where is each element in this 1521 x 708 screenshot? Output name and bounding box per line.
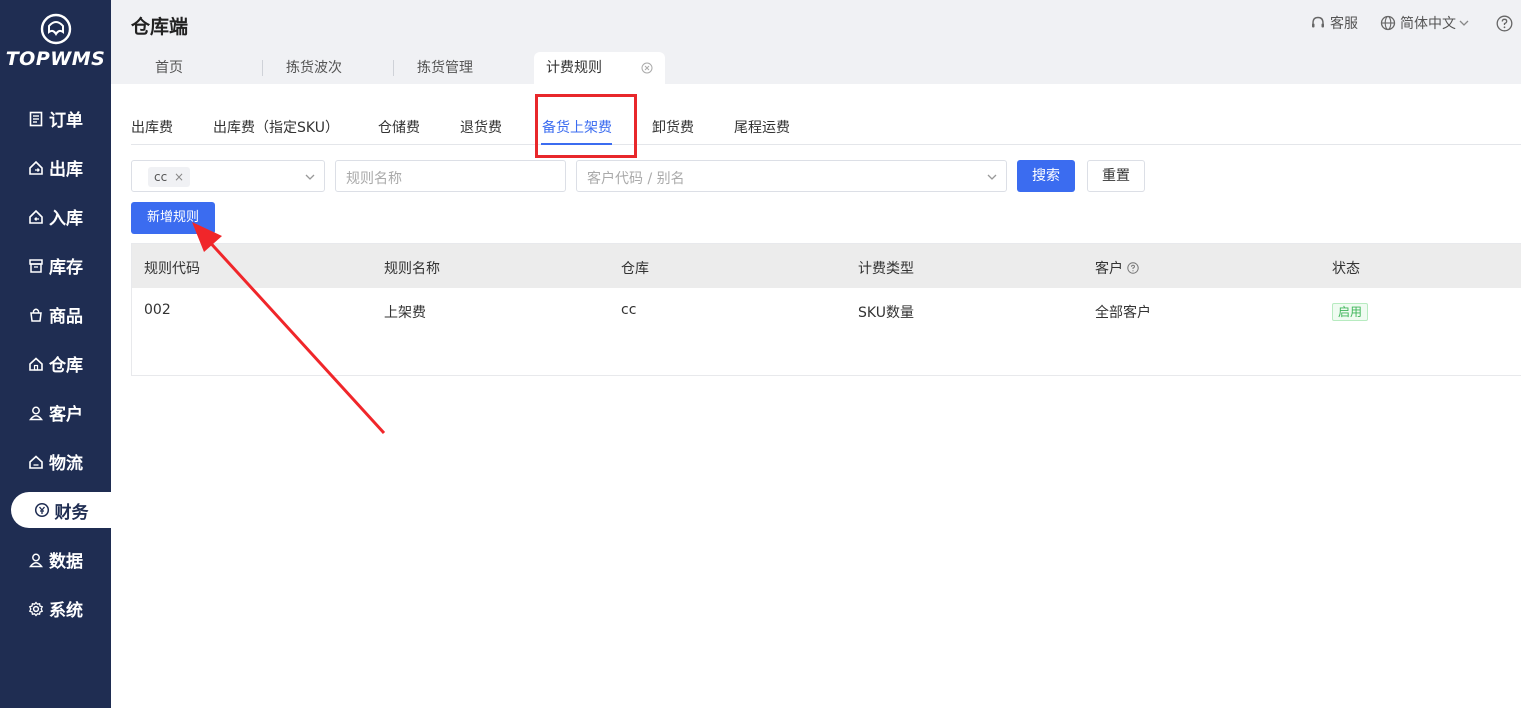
sidebar-item-warehouse[interactable]: 仓库 [0, 339, 111, 388]
support-link[interactable]: 客服 [1310, 13, 1358, 33]
chevron-down-icon [1459, 20, 1469, 26]
sidebar-item-label: 财务 [54, 502, 89, 523]
sidebar-item-label: 出库 [49, 160, 83, 180]
language-label: 简体中文 [1400, 16, 1456, 32]
sidebar-item-inbound[interactable]: 入库 [0, 192, 111, 241]
outbound-icon [29, 160, 43, 175]
language-select[interactable]: 简体中文 [1380, 13, 1474, 33]
page-title: 仓库端 [131, 16, 189, 38]
tab-label: 拣货管理 [417, 60, 473, 76]
headset-icon [1312, 16, 1324, 28]
sidebar-item-finance[interactable]: 财务 [11, 492, 111, 528]
sidebar-item-label: 数据 [49, 552, 83, 572]
sidebar-item-label: 商品 [49, 307, 83, 327]
tag-remove-icon[interactable]: × [174, 170, 184, 184]
sidebar: TOPWMS 订单 出库 入库 库存 商品 仓库 客户 物流 财务 数据 系统 [0, 0, 111, 708]
column-header-name: 规则名称 [384, 261, 440, 277]
rules-table: 规则代码 规则名称 仓库 计费类型 客户 状态 002 上架费 cc SKU数量… [131, 243, 1521, 376]
tab-label: 拣货波次 [286, 60, 342, 76]
warehouse-select[interactable]: cc × [131, 160, 325, 192]
rule-name-placeholder: 规则名称 [346, 171, 402, 187]
status-badge: 启用 [1332, 303, 1369, 321]
subtab-unloading-fee[interactable]: 卸货费 [652, 117, 694, 137]
sidebar-item-label: 库存 [49, 258, 83, 278]
sidebar-item-customers[interactable]: 客户 [0, 388, 111, 437]
customer-icon [29, 406, 43, 420]
sidebar-item-logistics[interactable]: 物流 [0, 437, 111, 486]
globe-icon [1380, 15, 1396, 31]
sidebar-item-products[interactable]: 商品 [0, 290, 111, 339]
customer-select[interactable]: 客户代码 / 别名 [576, 160, 1007, 192]
warehouse-tag-label: cc [154, 170, 168, 184]
customer-placeholder: 客户代码 / 别名 [587, 171, 685, 187]
sidebar-item-outbound[interactable]: 出库 [0, 143, 111, 192]
sidebar-item-data[interactable]: 数据 [0, 535, 111, 584]
tab-billing-rules[interactable]: 计费规则 [534, 52, 665, 84]
page-tabs: 首页 拣货波次 拣货管理 计费规则 [131, 52, 665, 84]
cell-name: 上架费 [384, 305, 426, 321]
tab-home[interactable]: 首页 [131, 52, 262, 84]
order-icon [29, 111, 43, 126]
table-header [132, 244, 1521, 288]
subtab-outbound-fee[interactable]: 出库费 [131, 117, 173, 137]
sidebar-item-orders[interactable]: 订单 [0, 94, 111, 143]
column-header-customer: 客户 [1095, 258, 1140, 278]
help-icon [1496, 15, 1513, 31]
sidebar-item-label: 客户 [49, 405, 83, 425]
data-icon [29, 553, 43, 567]
tab-picking-management[interactable]: 拣货管理 [393, 52, 524, 84]
settings-icon [28, 600, 44, 617]
sidebar-item-inventory[interactable]: 库存 [0, 241, 111, 290]
subtab-last-mile-fee[interactable]: 尾程运费 [734, 117, 790, 137]
inventory-icon [29, 258, 43, 273]
warehouse-tag: cc × [148, 167, 191, 187]
customer-header-label: 客户 [1095, 261, 1123, 277]
logo-mark-icon [40, 13, 71, 45]
sidebar-item-label: 物流 [49, 454, 83, 474]
header-actions: 客服 简体中文 [1310, 13, 1521, 33]
close-icon[interactable] [641, 62, 653, 74]
help-button[interactable] [1496, 15, 1517, 32]
sidebar-item-label: 系统 [49, 601, 83, 621]
product-icon [30, 308, 42, 322]
column-header-warehouse: 仓库 [621, 261, 649, 277]
logo-text: TOPWMS [5, 48, 106, 70]
cell-customer: 全部客户 [1095, 305, 1151, 321]
cell-warehouse: cc [621, 302, 637, 318]
chevron-down-icon [305, 174, 315, 180]
finance-icon [34, 502, 49, 518]
column-header-billing-type: 计费类型 [858, 261, 914, 277]
tab-label: 首页 [155, 60, 183, 76]
search-button[interactable]: 搜索 [1017, 160, 1075, 192]
sidebar-item-label: 订单 [49, 111, 83, 131]
sidebar-item-label: 入库 [49, 209, 83, 229]
rule-name-input[interactable]: 规则名称 [335, 160, 566, 192]
warehouse-icon [29, 356, 43, 371]
sidebar-item-label: 仓库 [49, 356, 83, 376]
sidebar-nav: 订单 出库 入库 库存 商品 仓库 客户 物流 财务 数据 系统 [0, 94, 111, 633]
logistics-icon [29, 454, 43, 469]
inbound-icon [29, 209, 43, 224]
column-header-status: 状态 [1332, 261, 1360, 277]
header: 仓库端 客服 简体中文 首页 拣货波次 拣货管理 计费规则 [111, 0, 1521, 84]
column-header-code: 规则代码 [144, 261, 200, 277]
reset-button[interactable]: 重置 [1087, 160, 1145, 192]
tab-label: 计费规则 [546, 60, 602, 76]
fee-type-tabs [131, 105, 1521, 145]
cell-code: 002 [144, 302, 171, 318]
tab-picking-wave[interactable]: 拣货波次 [262, 52, 393, 84]
subtab-storage-fee[interactable]: 仓储费 [378, 117, 420, 137]
cell-billing-type: SKU数量 [858, 305, 914, 321]
highlight-box [535, 94, 637, 158]
support-label: 客服 [1330, 16, 1358, 32]
chevron-down-icon [987, 174, 997, 180]
sidebar-item-settings[interactable]: 系统 [0, 584, 111, 633]
logo[interactable]: TOPWMS [0, 12, 111, 72]
add-rule-button[interactable]: 新增规则 [131, 202, 215, 234]
subtab-outbound-fee-sku[interactable]: 出库费（指定SKU） [213, 117, 339, 137]
help-icon[interactable] [1127, 262, 1140, 274]
subtab-return-fee[interactable]: 退货费 [460, 117, 502, 137]
